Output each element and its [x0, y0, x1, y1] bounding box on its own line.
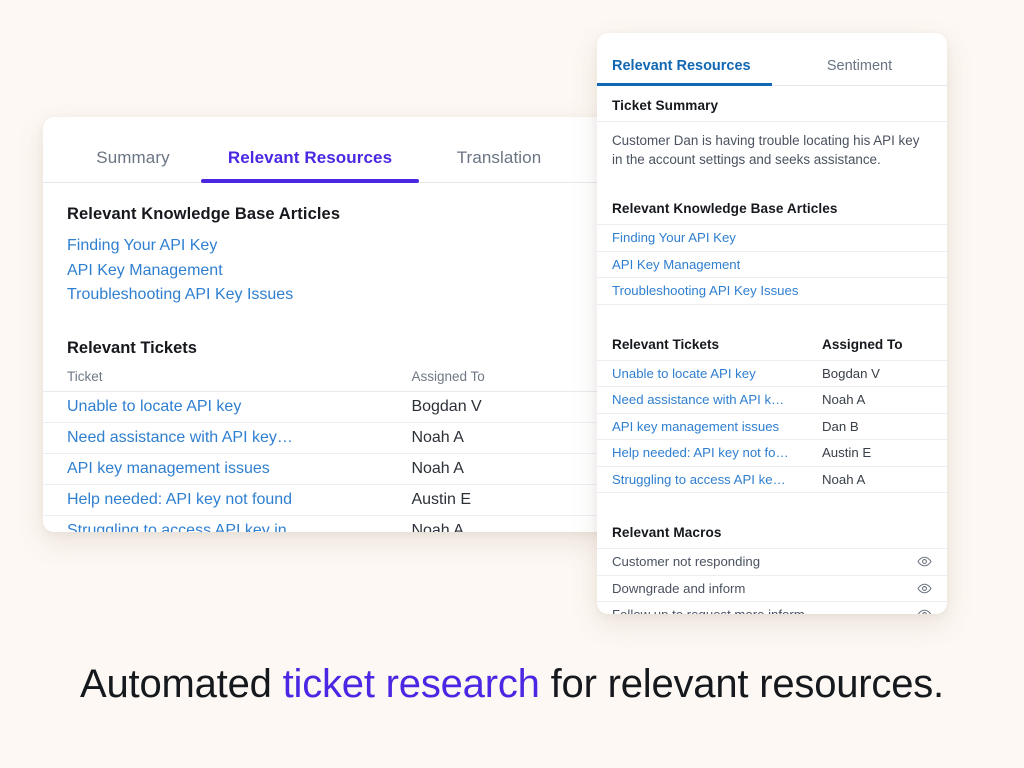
- table-header-row: Ticket Assigned To: [43, 365, 610, 392]
- caption-after: for relevant resources.: [539, 662, 945, 706]
- ticket-assignee: Bogdan V: [411, 391, 610, 423]
- back-tab-translation[interactable]: Translation: [419, 148, 579, 182]
- column-header-relevant-tickets: Relevant Tickets: [612, 336, 720, 352]
- ticket-link[interactable]: API key management issues: [43, 453, 412, 485]
- caption-highlight: ticket research: [282, 662, 540, 706]
- kb-article-link[interactable]: Finding Your API Key: [612, 230, 736, 245]
- column-header-assigned-to: Assigned To: [411, 365, 610, 392]
- stage: Summary Relevant Resources Translation R…: [0, 0, 1024, 768]
- macro-label: Customer not responding: [612, 554, 761, 570]
- back-kb-article-link[interactable]: Finding Your API Key: [67, 234, 610, 259]
- back-tickets-heading: Relevant Tickets: [67, 338, 197, 357]
- column-header-ticket: Ticket: [43, 365, 412, 392]
- front-tickets-header: Relevant Tickets Assigned To: [597, 325, 947, 361]
- macro-label: Follow up to request more inform…: [612, 607, 818, 614]
- macro-label: Downgrade and inform: [612, 580, 746, 596]
- ticket-link[interactable]: Unable to locate API key: [612, 366, 822, 381]
- table-row[interactable]: Unable to locate API key Bogdan V: [597, 361, 947, 387]
- back-tickets-table: Ticket Assigned To Unable to locate API …: [43, 365, 610, 532]
- macro-row[interactable]: Follow up to request more inform…: [597, 602, 947, 614]
- eye-icon[interactable]: [917, 554, 932, 569]
- front-tab-sentiment[interactable]: Sentiment: [772, 58, 947, 85]
- ticket-assignee: Noah A: [822, 471, 866, 487]
- back-kb-heading: Relevant Knowledge Base Articles: [67, 205, 341, 223]
- list-item[interactable]: API Key Management: [597, 252, 947, 278]
- column-header-assigned-to: Assigned To: [822, 336, 903, 352]
- kb-article-link[interactable]: API Key Management: [612, 257, 740, 272]
- table-row[interactable]: Unable to locate API key Bogdan V: [43, 391, 610, 423]
- back-kb-article-link[interactable]: API Key Management: [67, 259, 610, 284]
- ticket-link[interactable]: Unable to locate API key: [43, 391, 412, 423]
- ticket-link[interactable]: Need assistance with API key…: [43, 422, 412, 454]
- ticket-assignee: Austin E: [411, 484, 610, 516]
- back-panel-body: Relevant Knowledge Base Articles Finding…: [43, 183, 610, 532]
- macro-row[interactable]: Downgrade and inform: [597, 576, 947, 602]
- back-tab-summary[interactable]: Summary: [65, 148, 201, 182]
- macro-row[interactable]: Customer not responding: [597, 549, 947, 576]
- table-row[interactable]: Struggling to access API key in… Noah A: [43, 515, 610, 532]
- ticket-assignee: Bogdan V: [822, 365, 880, 381]
- table-row[interactable]: API key management issues Dan B: [597, 414, 947, 440]
- back-panel: Summary Relevant Resources Translation R…: [43, 117, 610, 532]
- ticket-link[interactable]: Struggling to access API ke…: [612, 472, 822, 487]
- ticket-link[interactable]: Struggling to access API key in…: [43, 515, 412, 532]
- ticket-summary-heading: Ticket Summary: [597, 86, 947, 122]
- ticket-assignee: Noah A: [411, 422, 610, 454]
- caption: Automated ticket research for relevant r…: [0, 662, 1024, 707]
- table-row[interactable]: Need assistance with API k… Noah A: [597, 387, 947, 414]
- eye-icon[interactable]: [917, 581, 932, 596]
- front-kb-heading: Relevant Knowledge Base Articles: [597, 189, 947, 225]
- front-macros-heading: Relevant Macros: [597, 513, 947, 549]
- back-tab-relevant-resources[interactable]: Relevant Resources: [201, 148, 419, 183]
- kb-article-link[interactable]: Troubleshooting API Key Issues: [612, 283, 798, 298]
- back-panel-tablist: Summary Relevant Resources Translation: [43, 117, 610, 183]
- back-kb-list: Finding Your API Key API Key Management …: [43, 234, 610, 308]
- ticket-summary-text: Customer Dan is having trouble locating …: [612, 133, 920, 167]
- ticket-assignee: Noah A: [822, 392, 866, 408]
- list-item[interactable]: Finding Your API Key: [597, 225, 947, 252]
- ticket-assignee: Noah A: [411, 515, 610, 532]
- front-panel-body: Ticket Summary Customer Dan is having tr…: [597, 86, 947, 614]
- table-row[interactable]: Help needed: API key not found Austin E: [43, 484, 610, 516]
- table-row[interactable]: Struggling to access API ke… Noah A: [597, 467, 947, 493]
- ticket-link[interactable]: API key management issues: [612, 419, 822, 434]
- ticket-assignee: Noah A: [411, 453, 610, 485]
- table-row[interactable]: Help needed: API key not fo… Austin E: [597, 440, 947, 467]
- caption-before: Automated: [80, 662, 283, 706]
- ticket-link[interactable]: Help needed: API key not found: [43, 484, 412, 516]
- ticket-assignee: Austin E: [822, 445, 872, 461]
- list-item[interactable]: Troubleshooting API Key Issues: [597, 278, 947, 305]
- ticket-link[interactable]: Help needed: API key not fo…: [612, 445, 822, 460]
- front-panel: Relevant Resources Sentiment Ticket Summ…: [597, 33, 947, 614]
- back-kb-article-link[interactable]: Troubleshooting API Key Issues: [67, 283, 610, 308]
- eye-icon[interactable]: [917, 607, 932, 614]
- front-tab-relevant-resources[interactable]: Relevant Resources: [597, 58, 772, 86]
- table-row[interactable]: Need assistance with API key… Noah A: [43, 422, 610, 454]
- ticket-assignee: Dan B: [822, 418, 859, 434]
- table-row[interactable]: API key management issues Noah A: [43, 453, 610, 485]
- ticket-link[interactable]: Need assistance with API k…: [612, 392, 822, 407]
- front-panel-tablist: Relevant Resources Sentiment: [597, 33, 947, 86]
